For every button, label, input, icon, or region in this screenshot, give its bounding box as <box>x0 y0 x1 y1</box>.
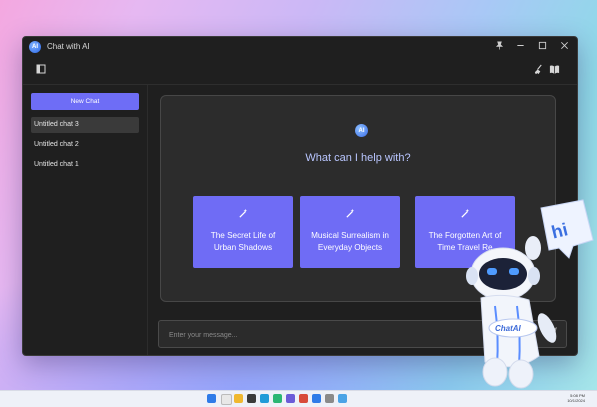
book-icon[interactable] <box>547 64 561 78</box>
suggestion-text: The Secret Life of Urban Shadows <box>210 231 276 252</box>
minimize-icon[interactable] <box>513 40 527 54</box>
speech-bubble: hi <box>540 199 594 259</box>
app-icon[interactable] <box>312 394 321 403</box>
chat-list-item[interactable]: Untitled chat 1 <box>31 157 139 173</box>
message-input[interactable] <box>167 326 491 344</box>
chat-list-item[interactable]: Untitled chat 2 <box>31 137 139 153</box>
sidebar-toggle-icon[interactable] <box>34 64 48 78</box>
new-chat-button[interactable]: New Chat <box>31 93 139 110</box>
toolbar <box>23 61 577 81</box>
robot-mascot: hi ChatAI <box>455 196 597 392</box>
suggestion-card[interactable]: Musical Surrealism in Everyday Objects <box>300 196 400 268</box>
suggestion-card[interactable]: The Secret Life of Urban Shadows <box>193 196 293 268</box>
windows-start-icon[interactable] <box>207 394 216 403</box>
magic-wand-icon <box>300 208 400 221</box>
chat-ai-app-icon[interactable] <box>338 394 347 403</box>
broom-icon[interactable] <box>531 64 545 78</box>
system-clock[interactable]: 5:08 PM 10/1/2024 <box>567 393 585 403</box>
magic-wand-icon <box>193 208 293 221</box>
search-icon[interactable] <box>221 394 232 405</box>
app-logo-icon: AI <box>29 41 41 53</box>
ai-logo-icon: AI <box>355 124 368 137</box>
chat-list-item[interactable]: Untitled chat 3 <box>31 117 139 133</box>
suggestion-text: Musical Surrealism in Everyday Objects <box>311 231 389 252</box>
store-icon[interactable] <box>273 394 282 403</box>
window-title: Chat with AI <box>47 42 90 51</box>
task-view-icon[interactable] <box>247 394 256 403</box>
close-icon[interactable] <box>557 40 571 54</box>
file-explorer-icon[interactable] <box>234 394 243 403</box>
clock-date: 10/1/2024 <box>567 398 585 403</box>
welcome-headline: What can I help with? <box>305 152 411 164</box>
taskbar: 5:08 PM 10/1/2024 <box>0 390 597 407</box>
edge-icon[interactable] <box>260 394 269 403</box>
pin-icon[interactable] <box>492 40 506 54</box>
teams-icon[interactable] <box>286 394 295 403</box>
maximize-icon[interactable] <box>535 40 549 54</box>
title-bar: AI Chat with AI <box>23 37 577 57</box>
robot-badge-text: ChatAI <box>495 324 522 333</box>
app-icon[interactable] <box>299 394 308 403</box>
sidebar: New Chat Untitled chat 3 Untitled chat 2… <box>23 85 148 355</box>
app-icon[interactable] <box>325 394 334 403</box>
